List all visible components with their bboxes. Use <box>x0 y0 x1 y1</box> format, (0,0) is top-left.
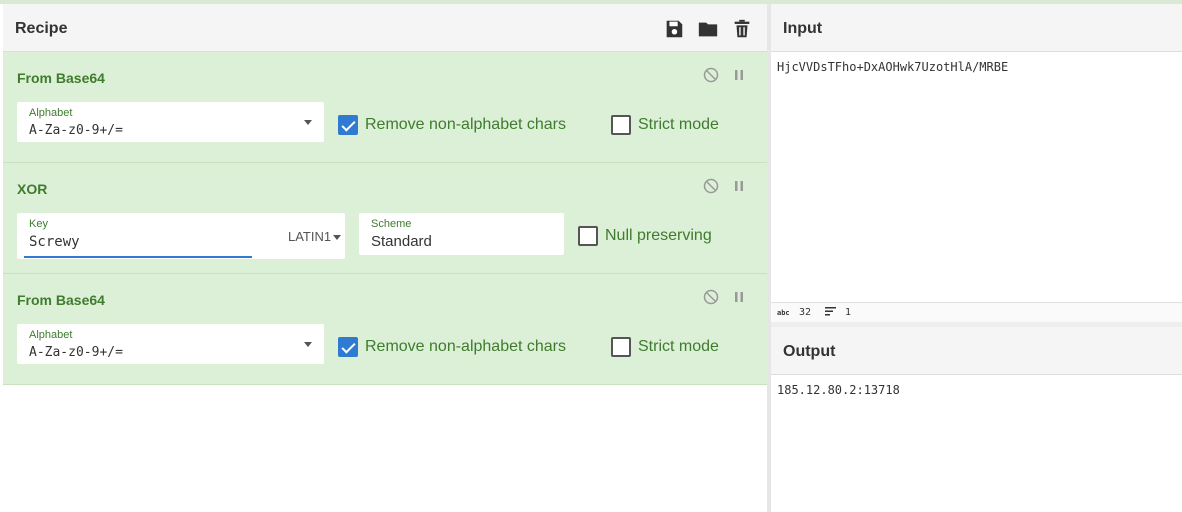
key-encoding-value: LATIN1 <box>288 229 332 244</box>
strict-mode-checkbox[interactable]: Strict mode <box>611 115 719 135</box>
input-title: Input <box>783 20 823 37</box>
disable-icon[interactable] <box>703 67 719 83</box>
key-label: Key <box>29 218 48 230</box>
scheme-label: Scheme <box>371 218 412 230</box>
checkbox-checked-icon[interactable] <box>338 115 358 135</box>
recipe-header: Recipe <box>3 4 767 52</box>
input-header: Input <box>771 4 1182 52</box>
trash-icon[interactable] <box>731 18 753 40</box>
operation-from-base64-2: From Base64 Alphabet A-Za-z0-9+/= Remove… <box>3 274 767 385</box>
output-textarea[interactable]: 185.12.80.2:13718 <box>777 383 900 397</box>
remove-non-alphabet-label: Remove non-alphabet chars <box>365 116 567 133</box>
recipe-title: Recipe <box>15 20 68 37</box>
input-length: 32 <box>799 307 812 318</box>
remove-non-alphabet-checkbox[interactable]: Remove non-alphabet chars <box>338 115 566 135</box>
strict-mode-label: Strict mode <box>638 338 719 355</box>
alphabet-value: A-Za-z0-9+/= <box>29 345 123 360</box>
remove-non-alphabet-label: Remove non-alphabet chars <box>365 338 567 355</box>
checkbox-checked-icon[interactable] <box>338 337 358 357</box>
pause-icon[interactable] <box>731 289 747 305</box>
strict-mode-checkbox[interactable]: Strict mode <box>611 337 719 357</box>
alphabet-select[interactable]: Alphabet A-Za-z0-9+/= <box>17 102 324 142</box>
disable-icon[interactable] <box>703 289 719 305</box>
key-input[interactable]: Key Screwy LATIN1 <box>17 213 345 259</box>
alphabet-select[interactable]: Alphabet A-Za-z0-9+/= <box>17 324 324 364</box>
output-pane: Output 185.12.80.2:13718 <box>771 327 1182 512</box>
chevron-down-icon <box>304 342 312 347</box>
input-status-bar: abc 32 1 <box>771 302 1182 322</box>
folder-icon[interactable] <box>697 18 719 40</box>
strict-mode-label: Strict mode <box>638 116 719 133</box>
operation-xor: XOR Key Screwy LATIN1 Scheme Standard Nu… <box>3 163 767 274</box>
operation-title: XOR <box>17 181 48 197</box>
alphabet-label: Alphabet <box>29 329 73 341</box>
scheme-value: Standard <box>371 233 432 250</box>
remove-non-alphabet-checkbox[interactable]: Remove non-alphabet chars <box>338 337 566 357</box>
input-pane: Input HjcVVDsTFho+DxAOHwk7UzotHlA/MRBE <box>771 4 1182 302</box>
scheme-select[interactable]: Scheme Standard <box>359 213 564 255</box>
pause-icon[interactable] <box>731 178 747 194</box>
operation-title: From Base64 <box>17 70 105 86</box>
caret-down-icon <box>333 235 342 241</box>
disable-icon[interactable] <box>703 178 719 194</box>
output-header: Output <box>771 327 1182 375</box>
checkbox-unchecked-icon[interactable] <box>611 115 631 135</box>
lines-icon <box>825 307 836 319</box>
input-textarea[interactable]: HjcVVDsTFho+DxAOHwk7UzotHlA/MRBE <box>777 60 1008 74</box>
null-preserving-checkbox[interactable]: Null preserving <box>578 226 712 246</box>
checkbox-unchecked-icon[interactable] <box>611 337 631 357</box>
alphabet-value: A-Za-z0-9+/= <box>29 123 123 138</box>
operation-from-base64-1: From Base64 Alphabet A-Za-z0-9+/= Remove… <box>3 52 767 163</box>
operation-title: From Base64 <box>17 292 105 308</box>
alphabet-label: Alphabet <box>29 107 73 119</box>
checkbox-unchecked-icon[interactable] <box>578 226 598 246</box>
recipe-pane: Recipe From Base64 Alphabet A-Za-z0-9+/=… <box>3 4 767 512</box>
save-icon[interactable] <box>663 18 685 40</box>
cyberchef-app: Recipe From Base64 Alphabet A-Za-z0-9+/=… <box>0 0 1182 512</box>
output-title: Output <box>783 343 836 360</box>
key-focus-underline <box>24 256 252 258</box>
null-preserving-label: Null preserving <box>605 227 712 244</box>
key-encoding-select[interactable]: LATIN1 <box>273 213 343 259</box>
key-value[interactable]: Screwy <box>29 234 80 250</box>
pause-icon[interactable] <box>731 67 747 83</box>
chevron-down-icon <box>304 120 312 125</box>
length-icon: abc <box>777 309 790 317</box>
input-lines: 1 <box>845 307 852 318</box>
